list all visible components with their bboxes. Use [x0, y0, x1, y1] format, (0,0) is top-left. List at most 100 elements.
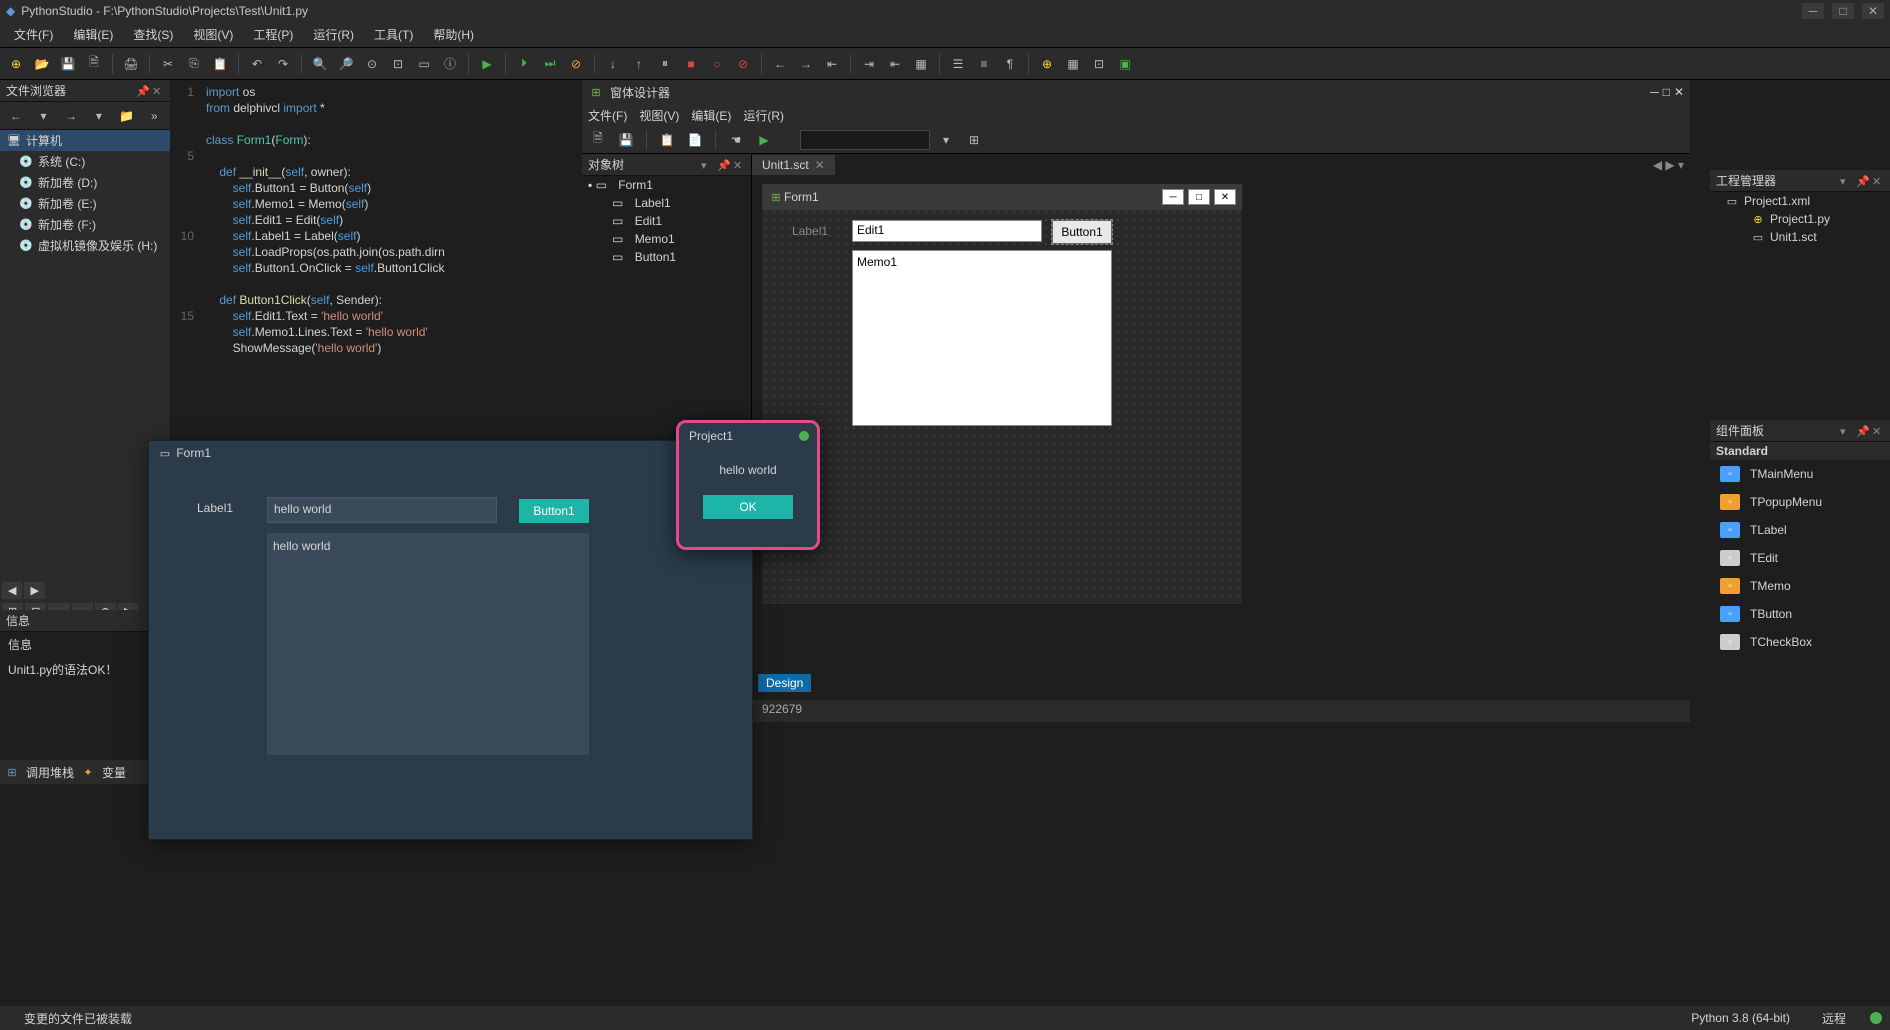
tb3-icon[interactable]: ⊡ — [1087, 52, 1111, 76]
cut-icon[interactable]: ✂ — [156, 52, 180, 76]
record-icon[interactable]: ○ — [705, 52, 729, 76]
find-icon[interactable]: 🔎 — [334, 52, 358, 76]
ot-pin-icon[interactable]: 📌 — [717, 159, 729, 171]
design-edit[interactable]: Edit1 — [852, 220, 1042, 242]
canvas-tab[interactable]: Unit1.sct✕ — [752, 155, 835, 175]
obj-tree-item[interactable]: ▭ Memo1 — [582, 230, 751, 248]
nav1-icon[interactable]: ⊙ — [360, 52, 384, 76]
obj-tree-item[interactable]: ▪ ▭ Form1 — [582, 176, 751, 194]
ot-close-icon[interactable]: ✕ — [733, 159, 745, 171]
tab-nav[interactable]: ◀ ▶ ▾ — [1647, 158, 1690, 172]
tree-item[interactable]: 💿新加卷 (D:) — [0, 172, 170, 193]
dt6-icon[interactable]: ⊞ — [962, 128, 986, 152]
component-item[interactable]: ▫TMemo — [1710, 572, 1890, 600]
debug-icon[interactable]: ⏵ — [512, 52, 536, 76]
expand-icon[interactable]: » — [142, 104, 166, 128]
list2-icon[interactable]: ≡ — [972, 52, 996, 76]
obj-tree-item[interactable]: ▭ Button1 — [582, 248, 751, 266]
menu-project[interactable]: 工程(P) — [245, 23, 301, 46]
design-form[interactable]: ⊞ Form1 ─□✕ Label1 Edit1 Button1 Memo1 — [762, 184, 1242, 604]
component-item[interactable]: ▫TEdit — [1710, 544, 1890, 572]
minimize-button[interactable]: ─ — [1802, 3, 1824, 19]
des-close-icon[interactable]: ✕ — [1674, 85, 1684, 99]
design-tab[interactable]: Design — [758, 674, 811, 692]
tree-root[interactable]: 🖥计算机 — [0, 130, 170, 151]
undo-icon[interactable]: ↶ — [245, 52, 269, 76]
panel-close-icon[interactable]: ✕ — [152, 85, 164, 97]
component-item[interactable]: ▫TLabel — [1710, 516, 1890, 544]
comp-category[interactable]: Standard — [1710, 442, 1890, 460]
ftab[interactable]: ▶ — [24, 582, 44, 599]
maximize-button[interactable]: □ — [1832, 3, 1854, 19]
nav2-icon[interactable]: ⊡ — [386, 52, 410, 76]
form-max-icon[interactable]: □ — [1188, 189, 1210, 205]
menu-run[interactable]: 运行(R) — [305, 23, 362, 46]
nav3-icon[interactable]: ▭ — [412, 52, 436, 76]
grid-icon[interactable]: ▦ — [909, 52, 933, 76]
dt4-icon[interactable]: 📄 — [683, 128, 707, 152]
paste-icon[interactable]: 📋 — [208, 52, 232, 76]
indent-icon[interactable]: ⇥ — [857, 52, 881, 76]
design-button[interactable]: Button1 — [1052, 220, 1112, 244]
arr2-icon[interactable]: → — [794, 52, 818, 76]
menu-edit[interactable]: 编辑(E) — [65, 23, 121, 46]
pin-icon[interactable]: 📌 — [136, 85, 148, 97]
up-icon[interactable]: 📁 — [115, 104, 139, 128]
des-menu-run[interactable]: 运行(R) — [743, 107, 784, 124]
pm-pin-icon[interactable]: 📌 — [1856, 175, 1868, 187]
para-icon[interactable]: ¶ — [998, 52, 1022, 76]
obj-tree-item[interactable]: ▭ Edit1 — [582, 212, 751, 230]
pm-close-icon[interactable]: ✕ — [1872, 175, 1884, 187]
tree-item[interactable]: 💿新加卷 (F:) — [0, 214, 170, 235]
tab-close-icon[interactable]: ✕ — [815, 158, 825, 172]
proj-item[interactable]: ▭Unit1.sct — [1710, 228, 1890, 246]
tree-item[interactable]: 💿新加卷 (E:) — [0, 193, 170, 214]
outdent-icon[interactable]: ⇤ — [883, 52, 907, 76]
run-memo[interactable]: hello world — [267, 533, 589, 755]
dd2-icon[interactable]: ▾ — [87, 104, 111, 128]
tree-item[interactable]: 💿系统 (C:) — [0, 151, 170, 172]
tb2-icon[interactable]: ▦ — [1061, 52, 1085, 76]
menu-file[interactable]: 文件(F) — [6, 23, 61, 46]
component-item[interactable]: ▫TButton — [1710, 600, 1890, 628]
des-combo[interactable] — [800, 130, 930, 150]
cp-dd-icon[interactable]: ▾ — [1840, 425, 1852, 437]
list-icon[interactable]: ☰ — [946, 52, 970, 76]
des-max-icon[interactable]: □ — [1663, 85, 1670, 99]
proj-item[interactable]: ▭Project1.xml — [1710, 192, 1890, 210]
py2-icon[interactable]: ⊕ — [1035, 52, 1059, 76]
dt-dd-icon[interactable]: ▾ — [934, 128, 958, 152]
menu-help[interactable]: 帮助(H) — [425, 23, 482, 46]
variables-label[interactable]: 变量 — [102, 764, 126, 781]
design-memo[interactable]: Memo1 — [852, 250, 1112, 426]
run-button[interactable]: Button1 — [519, 499, 589, 523]
menu-tools[interactable]: 工具(T) — [366, 23, 421, 46]
terminal-icon[interactable]: ▣ — [1113, 52, 1137, 76]
ot-dd-icon[interactable]: ▾ — [701, 159, 713, 171]
pm-dd-icon[interactable]: ▾ — [1840, 175, 1852, 187]
saveall-icon[interactable]: 🗎 — [82, 52, 106, 76]
zoom-icon[interactable]: 🔍 — [308, 52, 332, 76]
run-icon[interactable]: ▶ — [475, 52, 499, 76]
save-icon[interactable]: 💾 — [56, 52, 80, 76]
code-editor[interactable]: 151015 import os from delphivcl import *… — [170, 80, 580, 360]
call-stack-label[interactable]: 调用堆栈 — [26, 764, 74, 781]
form-close-icon[interactable]: ✕ — [1214, 189, 1236, 205]
tree-item[interactable]: 💿虚拟机镜像及娱乐 (H:) — [0, 235, 170, 256]
des-menu-file[interactable]: 文件(F) — [588, 107, 627, 124]
design-canvas[interactable]: Unit1.sct✕ ◀ ▶ ▾ ⊞ Form1 ─□✕ Label1 Edit1… — [752, 154, 1690, 694]
proj-item[interactable]: ⊕Project1.py — [1710, 210, 1890, 228]
menu-view[interactable]: 视图(V) — [185, 23, 241, 46]
step-icon[interactable]: ⏭ — [538, 52, 562, 76]
design-label[interactable]: Label1 — [792, 224, 828, 238]
des-menu-view[interactable]: 视图(V) — [639, 107, 679, 124]
component-item[interactable]: ▫TMainMenu — [1710, 460, 1890, 488]
msgbox-ok-button[interactable]: OK — [703, 495, 793, 519]
component-item[interactable]: ▫TPopupMenu — [1710, 488, 1890, 516]
fwd-icon[interactable]: → — [59, 104, 83, 128]
form-min-icon[interactable]: ─ — [1162, 189, 1184, 205]
status-python[interactable]: Python 3.8 (64-bit) — [1675, 1011, 1806, 1025]
status-remote[interactable]: 远程 — [1806, 1010, 1862, 1027]
arr1-icon[interactable]: ← — [768, 52, 792, 76]
record2-icon[interactable]: ⊘ — [731, 52, 755, 76]
